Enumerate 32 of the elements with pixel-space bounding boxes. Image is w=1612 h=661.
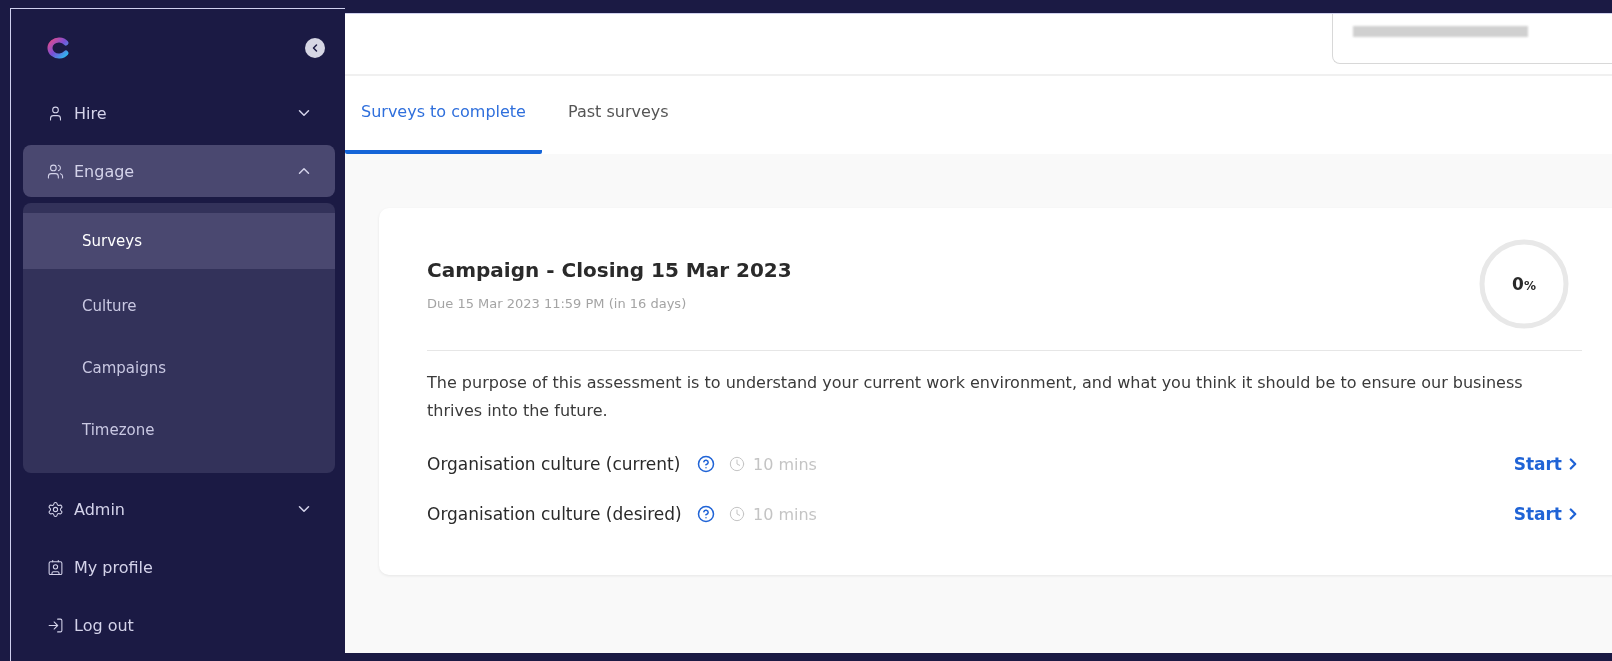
sidebar-item[interactable]: Log out: [23, 599, 335, 651]
survey-duration: 10 mins: [729, 454, 1514, 474]
submenu-item[interactable]: Timezone: [23, 399, 335, 461]
person-icon: [47, 104, 64, 122]
campaign-description: The purpose of this assessment is to understand your current work environment, and what you think it should be to ensure our business thrives into the future.: [427, 372, 1524, 422]
submenu-item[interactable]: Campaigns: [23, 337, 335, 399]
collapse-sidebar-button[interactable]: [305, 38, 325, 58]
clock-icon: [729, 506, 745, 522]
progress-percent: 0%: [1512, 274, 1536, 294]
sidebar-item[interactable]: Hire: [23, 87, 335, 139]
due-date: Due 15 Mar 2023 11:59 PM (in 16 days): [427, 295, 688, 311]
id-card-icon: [47, 558, 64, 576]
start-link[interactable]: Start: [1513, 504, 1582, 524]
logo-icon: [45, 37, 71, 59]
survey-name: Organisation culture (current): [427, 454, 682, 474]
submenu-item[interactable]: Surveys: [23, 213, 335, 269]
people-icon: [47, 162, 64, 180]
clock-icon: [729, 456, 745, 472]
tab[interactable]: Surveys to complete: [345, 76, 542, 154]
submenu-item[interactable]: Culture: [23, 275, 335, 337]
help-icon[interactable]: [697, 505, 715, 523]
sidebar-item[interactable]: My profile: [23, 541, 335, 593]
survey-name: Organisation culture (desired): [427, 504, 683, 524]
logout-icon: [47, 616, 64, 634]
sidebar-item[interactable]: Admin: [23, 483, 335, 535]
tab[interactable]: Past surveys: [551, 76, 685, 154]
help-icon[interactable]: [697, 455, 715, 473]
settings-icon: [47, 500, 64, 518]
sidebar-item[interactable]: Engage: [23, 145, 335, 197]
campaign-title: Campaign - Closing 15 Mar 2023: [427, 257, 792, 282]
start-link[interactable]: Start: [1513, 454, 1582, 474]
survey-duration: 10 mins: [729, 504, 1514, 524]
